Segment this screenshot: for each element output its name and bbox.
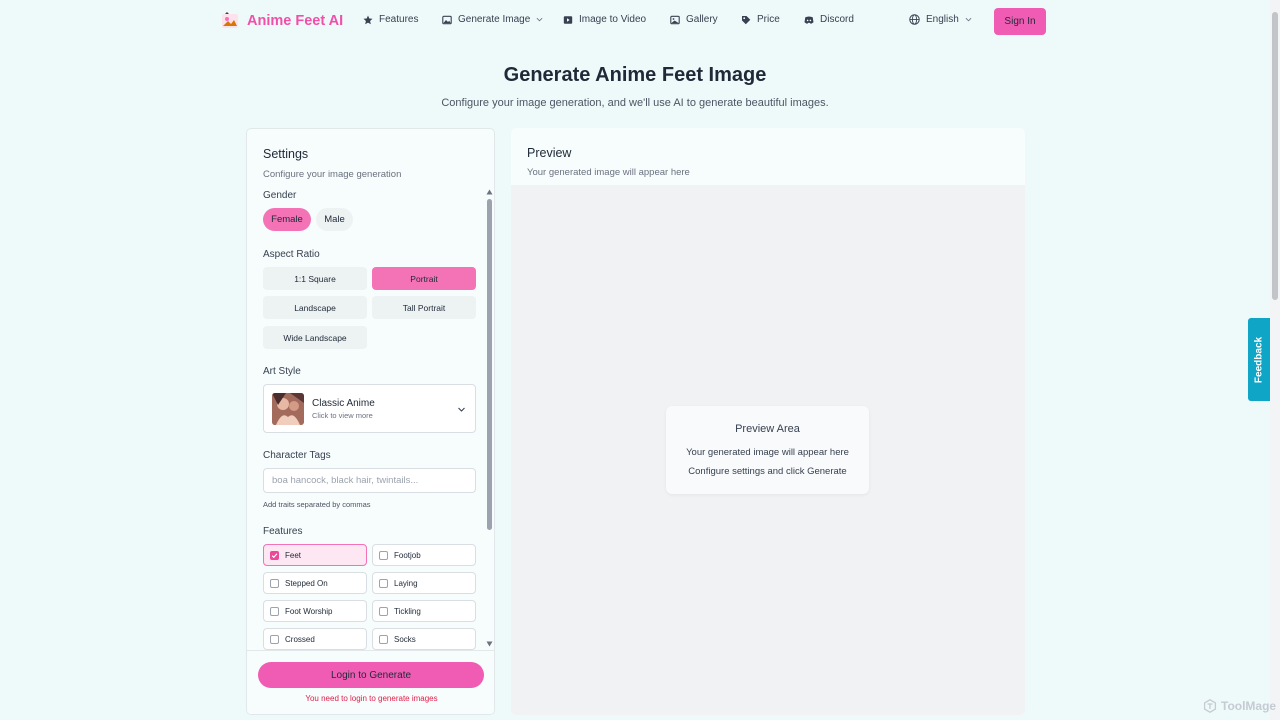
checkbox-icon	[270, 634, 279, 644]
preview-panel: Preview Your generated image will appear…	[511, 128, 1025, 715]
star-icon	[363, 15, 373, 24]
checkbox-icon	[379, 578, 388, 588]
preview-placeholder-card: Preview Area Your generated image will a…	[666, 406, 869, 494]
feature-label: Socks	[394, 634, 416, 644]
nav-discord-label: Discord	[820, 14, 854, 25]
preview-area-text: Your generated image will appear here	[686, 447, 849, 458]
feature-laying-checkbox[interactable]: Laying	[372, 572, 476, 594]
preview-header: Preview Your generated image will appear…	[511, 128, 1025, 185]
page-scrollbar-thumb[interactable]	[1272, 12, 1278, 300]
aspect-ratio-label: Aspect Ratio	[263, 249, 320, 260]
nav-image-to-video[interactable]: Image to Video	[563, 14, 646, 25]
ratio-portrait-button[interactable]: Portrait	[372, 267, 476, 290]
art-style-name: Classic Anime	[312, 398, 375, 409]
art-style-thumbnail	[272, 393, 304, 425]
feature-stepped-on-checkbox[interactable]: Stepped On	[263, 572, 367, 594]
feature-label: Feet	[285, 550, 302, 560]
nav-discord[interactable]: Discord	[804, 14, 854, 25]
art-style-hint: Click to view more	[312, 411, 373, 420]
checkbox-checked-icon	[270, 550, 279, 560]
toolmage-logo-icon	[1203, 699, 1217, 713]
gender-female-button[interactable]: Female	[263, 208, 311, 231]
gender-label: Gender	[263, 190, 297, 201]
nav-price-label: Price	[757, 14, 780, 25]
character-tags-help: Add traits separated by commas	[263, 500, 371, 509]
art-style-select[interactable]: Classic Anime Click to view more	[263, 384, 476, 433]
feature-feet-checkbox[interactable]: Feet	[263, 544, 367, 566]
nav-generate-image-label: Generate Image	[458, 14, 531, 25]
sign-in-button[interactable]: Sign In	[994, 8, 1046, 35]
settings-scrollbar-thumb[interactable]	[487, 199, 492, 530]
chevron-down-icon	[536, 17, 543, 22]
feature-label: Crossed	[285, 634, 315, 644]
language-selector[interactable]: English	[909, 14, 972, 25]
preview-title: Preview	[527, 146, 572, 160]
checkbox-icon	[379, 606, 388, 616]
discord-icon	[804, 16, 814, 24]
scroll-up-arrow-icon[interactable]	[486, 189, 493, 195]
ratio-square-button[interactable]: 1:1 Square	[263, 267, 367, 290]
settings-panel: Settings Configure your image generation…	[246, 128, 495, 715]
language-label: English	[926, 14, 959, 25]
chevron-down-icon	[458, 407, 465, 412]
feature-footjob-checkbox[interactable]: Footjob	[372, 544, 476, 566]
login-to-generate-button[interactable]: Login to Generate	[258, 662, 484, 688]
checkbox-icon	[270, 606, 279, 616]
character-tags-input[interactable]: boa hancock, black hair, twintails...	[263, 468, 476, 493]
feature-label: Tickling	[394, 606, 421, 616]
gender-male-button[interactable]: Male	[316, 208, 353, 231]
settings-title: Settings	[263, 147, 309, 161]
checkbox-icon	[379, 550, 388, 560]
nav-price[interactable]: Price	[741, 14, 780, 25]
gallery-icon	[670, 15, 680, 24]
chevron-down-icon	[965, 17, 972, 22]
preview-area-instructions: Configure settings and click Generate	[688, 466, 847, 477]
features-label: Features	[263, 526, 303, 537]
watermark-text: ToolMage	[1221, 699, 1277, 713]
feature-foot-worship-checkbox[interactable]: Foot Worship	[263, 600, 367, 622]
page-subtitle: Configure your image generation, and we'…	[441, 97, 829, 109]
preview-subtitle: Your generated image will appear here	[527, 167, 690, 178]
nav-image-to-video-label: Image to Video	[579, 14, 647, 25]
preview-area-title: Preview Area	[735, 423, 800, 435]
video-icon	[563, 15, 573, 24]
feedback-tab[interactable]: Feedback	[1248, 318, 1270, 401]
checkbox-icon	[379, 634, 388, 644]
brand-link[interactable]: Anime Feet AI	[220, 11, 343, 31]
feature-crossed-checkbox[interactable]: Crossed	[263, 628, 367, 650]
feature-label: Laying	[394, 578, 418, 588]
settings-footer: Login to Generate You need to login to g…	[247, 650, 494, 714]
feature-label: Footjob	[394, 550, 421, 560]
login-required-note: You need to login to generate images	[305, 694, 438, 703]
feature-tickling-checkbox[interactable]: Tickling	[372, 600, 476, 622]
feedback-label: Feedback	[1253, 336, 1265, 383]
feature-socks-checkbox[interactable]: Socks	[372, 628, 476, 650]
nav-features-label: Features	[379, 14, 419, 25]
image-icon	[442, 15, 452, 24]
art-style-label: Art Style	[263, 366, 301, 377]
watermark: ToolMage	[1203, 699, 1276, 713]
ratio-tall-portrait-button[interactable]: Tall Portrait	[372, 296, 476, 319]
nav-features[interactable]: Features	[363, 14, 418, 25]
settings-subtitle: Configure your image generation	[263, 169, 402, 180]
top-navbar: Anime Feet AI Features Generate Image Im…	[0, 0, 1270, 44]
nav-gallery-label: Gallery	[686, 14, 718, 25]
brand-name: Anime Feet AI	[247, 13, 344, 29]
nav-generate-image[interactable]: Generate Image	[442, 14, 543, 25]
scroll-down-arrow-icon[interactable]	[486, 641, 493, 647]
ratio-landscape-button[interactable]: Landscape	[263, 296, 367, 319]
feature-label: Foot Worship	[285, 606, 333, 616]
globe-icon	[909, 14, 920, 25]
page-title: Generate Anime Feet Image	[503, 64, 767, 86]
nav-gallery[interactable]: Gallery	[670, 14, 718, 25]
ratio-wide-landscape-button[interactable]: Wide Landscape	[263, 326, 367, 349]
tag-icon	[742, 15, 751, 24]
brand-logo-icon	[222, 12, 238, 28]
feature-label: Stepped On	[285, 578, 328, 588]
checkbox-icon	[270, 578, 279, 588]
character-tags-label: Character Tags	[263, 450, 331, 461]
